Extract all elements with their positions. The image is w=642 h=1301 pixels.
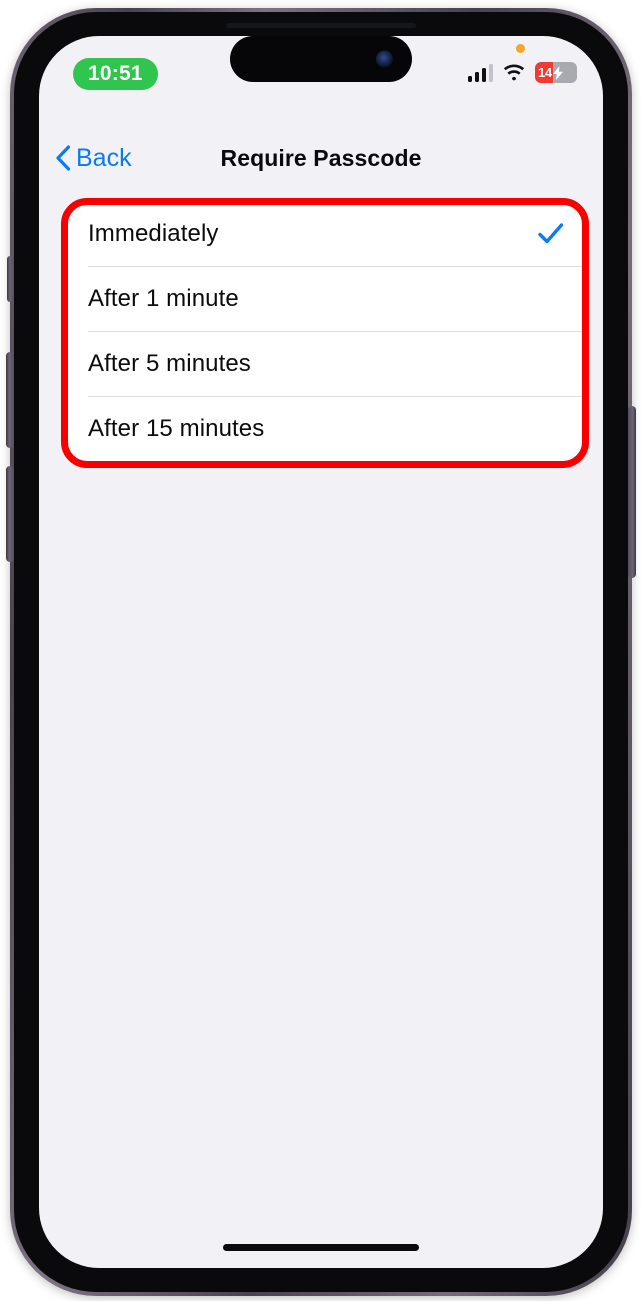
phone-bezel: 10:51 14 Back Require Passcode Immediate…	[14, 12, 628, 1292]
option-label: After 15 minutes	[88, 414, 265, 442]
option-label: Immediately	[88, 219, 219, 247]
microphone-in-use-dot-icon	[516, 44, 525, 53]
option-row-after-15-minutes[interactable]: After 15 minutes	[64, 396, 586, 461]
status-bar-right-group: 14	[467, 62, 577, 83]
ring-silent-switch[interactable]	[7, 256, 14, 302]
phone-frame: 10:51 14 Back Require Passcode Immediate…	[6, 8, 636, 1296]
navigation-bar: Back Require Passcode	[39, 130, 603, 186]
option-row-after-1-minute[interactable]: After 1 minute	[64, 266, 586, 331]
dynamic-island	[230, 36, 412, 82]
home-indicator[interactable]	[223, 1244, 419, 1251]
battery-icon: 14	[535, 62, 577, 83]
phone-screen: 10:51 14 Back Require Passcode Immediate…	[39, 36, 603, 1268]
volume-down-button[interactable]	[6, 466, 14, 562]
status-time-pill: 10:51	[73, 58, 158, 90]
passcode-delay-options-list: Immediately After 1 minute After 5 minut…	[64, 201, 586, 461]
option-label: After 1 minute	[88, 284, 239, 312]
battery-charging-bolt-icon	[552, 65, 563, 80]
front-camera-icon	[376, 50, 393, 68]
power-button[interactable]	[628, 406, 636, 578]
option-row-immediately[interactable]: Immediately	[64, 201, 586, 266]
volume-up-button[interactable]	[6, 352, 14, 448]
page-title: Require Passcode	[220, 144, 422, 171]
option-label: After 5 minutes	[88, 349, 251, 377]
option-row-after-5-minutes[interactable]: After 5 minutes	[64, 331, 586, 396]
earpiece-speaker-icon	[226, 23, 416, 28]
cellular-signal-icon	[467, 63, 493, 82]
checkmark-icon	[538, 223, 564, 244]
wifi-icon	[502, 64, 526, 82]
battery-level-label: 14	[538, 65, 552, 80]
